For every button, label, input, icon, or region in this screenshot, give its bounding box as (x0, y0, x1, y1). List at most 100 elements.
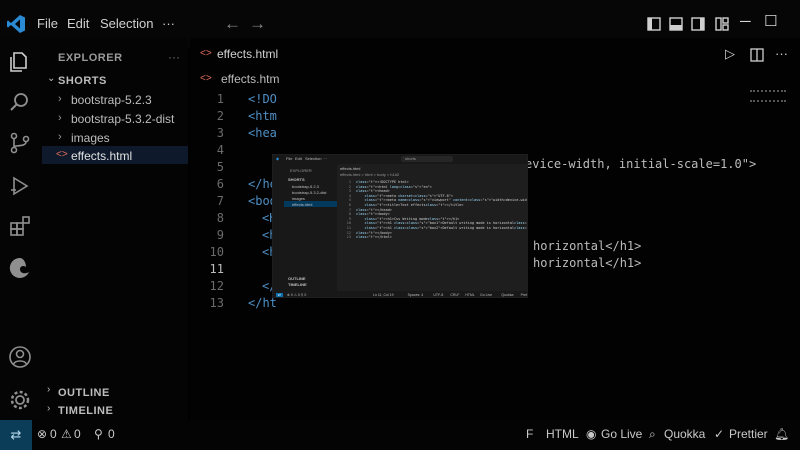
prettier-check-icon[interactable]: ✓ (714, 427, 724, 441)
line-number: 13 (209, 296, 224, 310)
code-fragment: horizontal</h1> (533, 256, 642, 270)
source-control-icon[interactable] (8, 131, 32, 155)
inset-line-number: 1 (348, 180, 351, 184)
line-number: 3 (216, 126, 224, 140)
search-icon[interactable] (8, 90, 32, 114)
breadcrumb-file[interactable]: effects.htm (221, 72, 279, 86)
line-number-current: 11 (209, 262, 224, 276)
inset-status-item: HTML (465, 293, 475, 297)
inset-tree-item: bootstrap-5.3.2-dist (292, 190, 327, 195)
chevron-right-icon: › (58, 93, 62, 105)
menu-selection[interactable]: Selection (100, 16, 153, 31)
inset-line-number: 10 (346, 221, 351, 226)
split-editor-icon[interactable] (750, 48, 764, 62)
inset-menu-item: ··· (323, 156, 327, 161)
run-icon[interactable]: ▷ (725, 46, 735, 62)
inset-status-item: UTF-8 (433, 293, 444, 297)
menu-edit[interactable]: Edit (67, 16, 89, 31)
run-debug-icon[interactable] (8, 174, 32, 198)
back-icon[interactable]: ← (224, 14, 241, 34)
line-number: 7 (216, 194, 224, 208)
inset-code-line: class="t"></head> (356, 207, 392, 212)
inset-sidebar: EXPLORER SHORTS bootstrap-5.2.3 bootstra… (284, 164, 337, 291)
code-line: <!DO (248, 92, 277, 106)
broadcast-icon[interactable]: ◉ (586, 427, 596, 441)
prettier-button[interactable]: Prettier (729, 427, 768, 441)
inset-breadcrumb: effects.html > html > body > h1#2 (340, 172, 400, 177)
code-fragment: evice-width, initial-scale=1.0"> (525, 157, 757, 171)
code-fragment: horizontal</h1> (533, 239, 642, 253)
tree-item-label: bootstrap-5.3.2-dist (71, 112, 175, 126)
inset-menu-item: File (286, 156, 293, 161)
explorer-icon[interactable] (8, 50, 32, 74)
maximize-icon[interactable]: ☐ (764, 12, 777, 30)
line-number: 12 (209, 279, 224, 293)
ports-count[interactable]: 0 (108, 427, 115, 441)
inset-line-number: 7 (348, 207, 351, 212)
line-number: 8 (216, 211, 224, 225)
html-file-icon: <> (56, 149, 68, 160)
chevron-right-icon[interactable]: › (47, 384, 50, 395)
status-item[interactable]: F (526, 427, 533, 441)
vscode-logo-icon[interactable] (6, 14, 26, 34)
timeline-section[interactable]: TIMELINE (58, 405, 113, 417)
customize-layout-icon[interactable] (715, 17, 729, 31)
inset-line-number: 5 (348, 198, 351, 203)
extensions-icon[interactable] (8, 214, 32, 238)
inset-menu-item: Selection (305, 156, 322, 161)
warnings-count[interactable]: 0 (74, 427, 81, 441)
inset-title-bar: ◆ File Edit Selection ··· shorts (273, 155, 527, 164)
menu-file[interactable]: File (37, 16, 58, 31)
status-bar: ⇄ ⊗ 0 ⚠ 0 ⚲ 0 F HTML ◉ Go Live ⌕ Quokka … (0, 420, 800, 450)
chevron-down-icon[interactable]: ⌄ (47, 73, 55, 84)
inset-explorer-title: EXPLORER (290, 168, 312, 173)
inset-code-line: class="t"><h1 class=class="s">"box1">Def… (364, 221, 527, 226)
inset-line-number: 8 (348, 212, 351, 217)
line-number: 9 (216, 228, 224, 242)
tree-item-label[interactable]: effects.html (71, 149, 132, 163)
errors-icon[interactable]: ⊗ (37, 427, 47, 441)
explorer-more-icon[interactable]: ··· (168, 50, 180, 64)
chevron-right-icon: › (58, 112, 62, 124)
toggle-secondary-sidebar-icon[interactable] (691, 17, 705, 31)
outline-section[interactable]: OUTLINE (58, 387, 110, 399)
minimap[interactable] (750, 90, 786, 102)
remote-indicator[interactable]: ⇄ (0, 420, 32, 450)
quokka-icon[interactable]: ⌕ (649, 427, 656, 442)
inset-line-number: 6 (348, 203, 351, 207)
inset-menu-item: Edit (295, 156, 302, 161)
inset-remote: ⇄ (276, 293, 283, 297)
warnings-icon[interactable]: ⚠ (61, 427, 72, 441)
more-actions-icon[interactable]: ··· (775, 46, 788, 61)
edge-browser-icon[interactable] (8, 256, 32, 280)
inset-status-item: Quokka (501, 293, 514, 297)
line-number: 6 (216, 177, 224, 191)
explorer-sidebar: EXPLORER ··· ⌄ SHORTS › bootstrap-5.2.3 … (40, 38, 188, 420)
ports-icon[interactable]: ⚲ (94, 427, 103, 441)
settings-gear-icon[interactable] (8, 388, 32, 412)
go-live-button[interactable]: Go Live (601, 427, 642, 441)
chevron-right-icon[interactable]: › (47, 403, 50, 414)
inset-line-number: 3 (348, 189, 351, 194)
explorer-title: EXPLORER (58, 52, 123, 64)
inset-logo-icon: ◆ (276, 156, 280, 161)
toggle-sidebar-icon[interactable] (647, 17, 661, 31)
forward-icon[interactable]: → (249, 14, 266, 34)
account-icon[interactable] (8, 345, 32, 369)
minimize-icon[interactable]: ─ (740, 13, 751, 30)
errors-count[interactable]: 0 (50, 427, 57, 441)
inset-code-line: class="t"><h1>Css Writing modeclass="t">… (364, 216, 460, 221)
workspace-section[interactable]: SHORTS (58, 75, 107, 87)
language-mode[interactable]: HTML (546, 427, 579, 441)
menu-more[interactable]: ··· (162, 16, 175, 31)
line-number: 10 (209, 245, 224, 259)
quokka-button[interactable]: Quokka (664, 427, 705, 441)
inset-line-number: 9 (348, 216, 351, 221)
chevron-right-icon: › (58, 131, 62, 143)
toggle-panel-icon[interactable] (669, 17, 683, 31)
notifications-icon[interactable]: 🔔︎ (774, 427, 789, 441)
inset-tree-item: effects.html (292, 202, 313, 207)
tree-item-label: images (71, 131, 110, 145)
editor-tab[interactable]: effects.html (217, 47, 278, 61)
inset-status-item: Go Live (480, 293, 493, 297)
